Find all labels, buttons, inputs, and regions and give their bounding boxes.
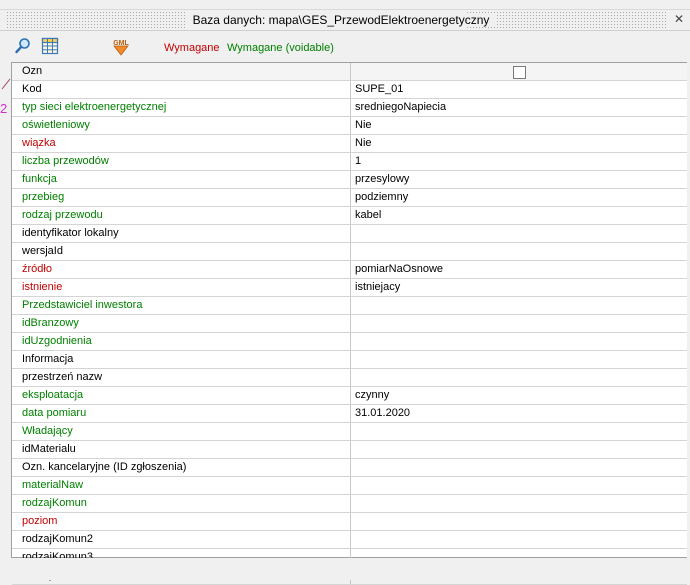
attribute-name-cell: idUzgodnienia (12, 333, 351, 350)
attribute-name-cell: wiązka (12, 135, 351, 152)
bottom-bar (0, 558, 690, 580)
title-bar-grip-right (466, 10, 666, 30)
attribute-name-cell: liczba przewodów (12, 153, 351, 170)
attribute-name-cell: przebieg (12, 189, 351, 206)
attribute-name-cell: wersjaId (12, 243, 351, 260)
table-row[interactable]: Władający (12, 423, 687, 441)
attribute-name-cell: rodzajKomun (12, 495, 351, 512)
attribute-name-cell: rodzaj przewodu (12, 207, 351, 224)
attribute-name-cell: poziom (12, 513, 351, 530)
attribute-name-cell: identyfikator lokalny (12, 225, 351, 242)
close-icon[interactable]: ✕ (672, 12, 686, 26)
attribute-value-cell[interactable] (351, 531, 687, 548)
attribute-value-cell[interactable]: Nie (351, 135, 687, 152)
table-row[interactable]: data pomiaru 31.01.2020 (12, 405, 687, 423)
title-bar-grip-left (6, 10, 186, 30)
attribute-name-cell: Władający (12, 423, 351, 440)
legend-required-label: Wymagane (164, 42, 220, 54)
attribute-name-cell: Przedstawiciel inwestora (12, 297, 351, 314)
table-row[interactable]: idMaterialu (12, 441, 687, 459)
attribute-value-cell[interactable] (351, 243, 687, 260)
window-title-bar[interactable]: Baza danych: mapa\GES_PrzewodElektroener… (0, 9, 690, 31)
side-marker-number: 2 (0, 101, 8, 116)
ozn-checkbox[interactable] (513, 66, 526, 79)
attribute-name-cell: Kod (12, 81, 351, 98)
table-row[interactable]: rodzajKomun (12, 495, 687, 513)
table-row[interactable]: materialNaw (12, 477, 687, 495)
table-row[interactable]: Przedstawiciel inwestora (12, 297, 687, 315)
table-row[interactable]: funkcja przesylowy (12, 171, 687, 189)
table-row[interactable]: eksploatacja czynny (12, 387, 687, 405)
table-row[interactable]: Informacja (12, 351, 687, 369)
attribute-name-cell: źródło (12, 261, 351, 278)
table-row[interactable]: idUzgodnienia (12, 333, 687, 351)
header-name-cell: Ozn (12, 63, 351, 80)
table-row[interactable]: przestrzeń nazw (12, 369, 687, 387)
attribute-value-cell[interactable] (351, 351, 687, 368)
attribute-value-cell[interactable] (351, 459, 687, 476)
table-row[interactable]: wiązka Nie (12, 135, 687, 153)
table-row[interactable]: typ sieci elektroenergetycznej sredniegoN… (12, 99, 687, 117)
attribute-name-cell: funkcja (12, 171, 351, 188)
attribute-value-cell[interactable] (351, 333, 687, 350)
attribute-value-cell[interactable] (351, 513, 687, 530)
attribute-value-cell[interactable]: SUPE_01 (351, 81, 687, 98)
attribute-name-cell: rodzajKomun2 (12, 531, 351, 548)
attribute-name-cell: idMaterialu (12, 441, 351, 458)
header-row: Ozn (12, 63, 687, 81)
table-row[interactable]: źródło pomiarNaOsnowe (12, 261, 687, 279)
attribute-value-cell[interactable]: kabel (351, 207, 687, 224)
attribute-value-cell[interactable] (351, 477, 687, 494)
gml-icon-text: GML (113, 40, 129, 47)
attribute-name-cell: przestrzeń nazw (12, 369, 351, 386)
attribute-value-cell[interactable]: podziemny (351, 189, 687, 206)
attribute-value-cell[interactable]: przesylowy (351, 171, 687, 188)
attribute-name-cell: Ozn. kancelaryjne (ID zgłoszenia) (12, 459, 351, 476)
table-grid-icon[interactable] (41, 37, 59, 55)
table-row[interactable]: rodzajKomun2 (12, 531, 687, 549)
legend-voidable-label: Wymagane (voidable) (227, 42, 334, 54)
table-row[interactable]: Kod SUPE_01 (12, 81, 687, 99)
table-row[interactable]: idBranzowy (12, 315, 687, 333)
attribute-name-cell: Informacja (12, 351, 351, 368)
attribute-name-cell: eksploatacja (12, 387, 351, 404)
toolbar: GML Wymagane Wymagane (voidable) (0, 31, 690, 59)
table-row[interactable]: identyfikator lokalny (12, 225, 687, 243)
attribute-value-cell[interactable]: sredniegoNapiecia (351, 99, 687, 116)
attribute-name-cell: idBranzowy (12, 315, 351, 332)
attribute-value-cell[interactable] (351, 495, 687, 512)
attribute-value-cell[interactable]: istniejacy (351, 279, 687, 296)
table-row[interactable]: liczba przewodów 1 (12, 153, 687, 171)
gml-icon[interactable]: GML (110, 37, 132, 56)
search-icon[interactable] (14, 37, 32, 55)
attribute-value-cell[interactable]: 1 (351, 153, 687, 170)
attribute-grid: Ozn Kod SUPE_01 typ sieci elektroenergetyc… (11, 62, 687, 585)
attribute-value-cell[interactable] (351, 423, 687, 440)
attribute-value-cell[interactable]: czynny (351, 387, 687, 404)
attribute-name-cell: materialNaw (12, 477, 351, 494)
table-row[interactable]: przebieg podziemny (12, 189, 687, 207)
attribute-value-cell[interactable] (351, 315, 687, 332)
table-row[interactable]: Ozn. kancelaryjne (ID zgłoszenia) (12, 459, 687, 477)
table-row[interactable]: poziom (12, 513, 687, 531)
attribute-name-cell: typ sieci elektroenergetycznej (12, 99, 351, 116)
table-row[interactable]: wersjaId (12, 243, 687, 261)
attribute-value-cell[interactable]: 31.01.2020 (351, 405, 687, 422)
attribute-value-cell[interactable] (351, 369, 687, 386)
attribute-value-cell[interactable]: pomiarNaOsnowe (351, 261, 687, 278)
attribute-name-cell: data pomiaru (12, 405, 351, 422)
attribute-value-cell[interactable] (351, 441, 687, 458)
table-row[interactable]: oświetleniowy Nie (12, 117, 687, 135)
attribute-value-cell[interactable] (351, 297, 687, 314)
table-row[interactable]: rodzaj przewodu kabel (12, 207, 687, 225)
window-title: Baza danych: mapa\GES_PrzewodElektroener… (186, 13, 496, 27)
attribute-name-cell: istnienie (12, 279, 351, 296)
attribute-value-cell[interactable]: Nie (351, 117, 687, 134)
table-row[interactable]: istnienie istniejacy (12, 279, 687, 297)
attribute-name-cell: oświetleniowy (12, 117, 351, 134)
attribute-value-cell[interactable] (351, 225, 687, 242)
